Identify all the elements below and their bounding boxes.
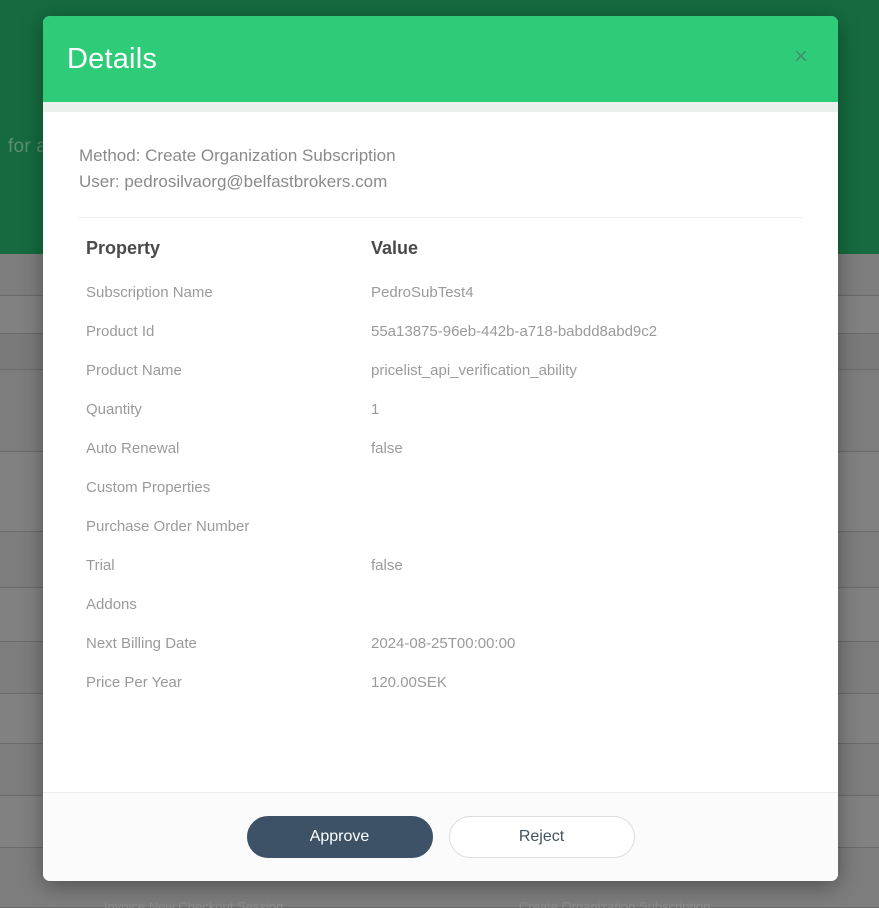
user-line: User: pedrosilvaorg@belfastbrokers.com	[79, 172, 388, 191]
method-line: Method: Create Organization Subscription	[79, 146, 396, 165]
modal-header: Details ×	[43, 16, 838, 102]
row-value: PedroSubTest4	[371, 284, 474, 301]
row-value: pricelist_api_verification_ability	[371, 362, 577, 379]
row-property: Product Name	[86, 362, 182, 379]
row-property: Product Id	[86, 323, 155, 340]
approve-button[interactable]: Approve	[246, 816, 433, 858]
table-row: Auto Renewal false	[79, 429, 802, 468]
row-property: Subscription Name	[86, 284, 213, 301]
table-row: Next Billing Date 2024-08-25T00:00:00	[79, 624, 802, 663]
modal-title: Details	[67, 43, 158, 75]
table-row: Purchase Order Number	[79, 507, 802, 546]
table-row: Addons	[79, 585, 802, 624]
table-row: Quantity 1	[79, 390, 802, 429]
reject-button[interactable]: Reject	[448, 816, 635, 858]
row-value: 2024-08-25T00:00:00	[371, 635, 516, 652]
background-banner-text: for a	[8, 136, 48, 157]
row-value: 55a13875-96eb-442b-a718-babdd8abd9c2	[371, 323, 658, 340]
table-header-row: Property Value	[79, 232, 802, 273]
column-header-value: Value	[371, 238, 419, 258]
table-row: Trial false	[79, 546, 802, 585]
table-row: Product Id 55a13875-96eb-442b-a718-babdd8…	[79, 312, 802, 351]
row-property: Addons	[86, 596, 137, 613]
background-bottom-label-left: Invoice New Checkout Session	[104, 899, 284, 908]
table-row: Price Per Year 120.00SEK	[79, 663, 802, 702]
row-property: Auto Renewal	[86, 440, 180, 457]
details-modal: Details × Method: Create Organization Su…	[43, 16, 838, 881]
row-property: Next Billing Date	[86, 635, 197, 652]
row-value	[364, 507, 802, 546]
meta-divider	[79, 217, 802, 218]
row-value: false	[371, 557, 403, 574]
column-header-property: Property	[86, 238, 161, 258]
row-property: Quantity	[86, 401, 142, 418]
row-value: 120.00SEK	[371, 674, 447, 691]
row-property: Trial	[86, 557, 115, 574]
row-value	[364, 468, 802, 507]
details-table-body: Subscription Name PedroSubTest4 Product Id…	[79, 273, 802, 702]
row-value: 1	[371, 401, 380, 418]
row-property: Price Per Year	[86, 674, 182, 691]
close-icon[interactable]: ×	[788, 44, 814, 70]
modal-body: Method: Create Organization Subscription…	[43, 113, 838, 792]
table-row: Product Name pricelist_api_verification_a…	[79, 351, 802, 390]
header-strip	[43, 102, 838, 113]
table-row: Subscription Name PedroSubTest4	[79, 273, 802, 312]
background-bottom-label-right: Create Organization Subscription	[519, 899, 711, 908]
modal-footer: Approve Reject	[43, 792, 838, 881]
details-table: Property Value Subscription Name PedroSub…	[79, 232, 802, 702]
row-property: Custom Properties	[86, 479, 211, 496]
row-value	[364, 585, 802, 624]
table-row: Custom Properties	[79, 468, 802, 507]
row-property: Purchase Order Number	[86, 518, 250, 535]
row-value: false	[371, 440, 403, 457]
